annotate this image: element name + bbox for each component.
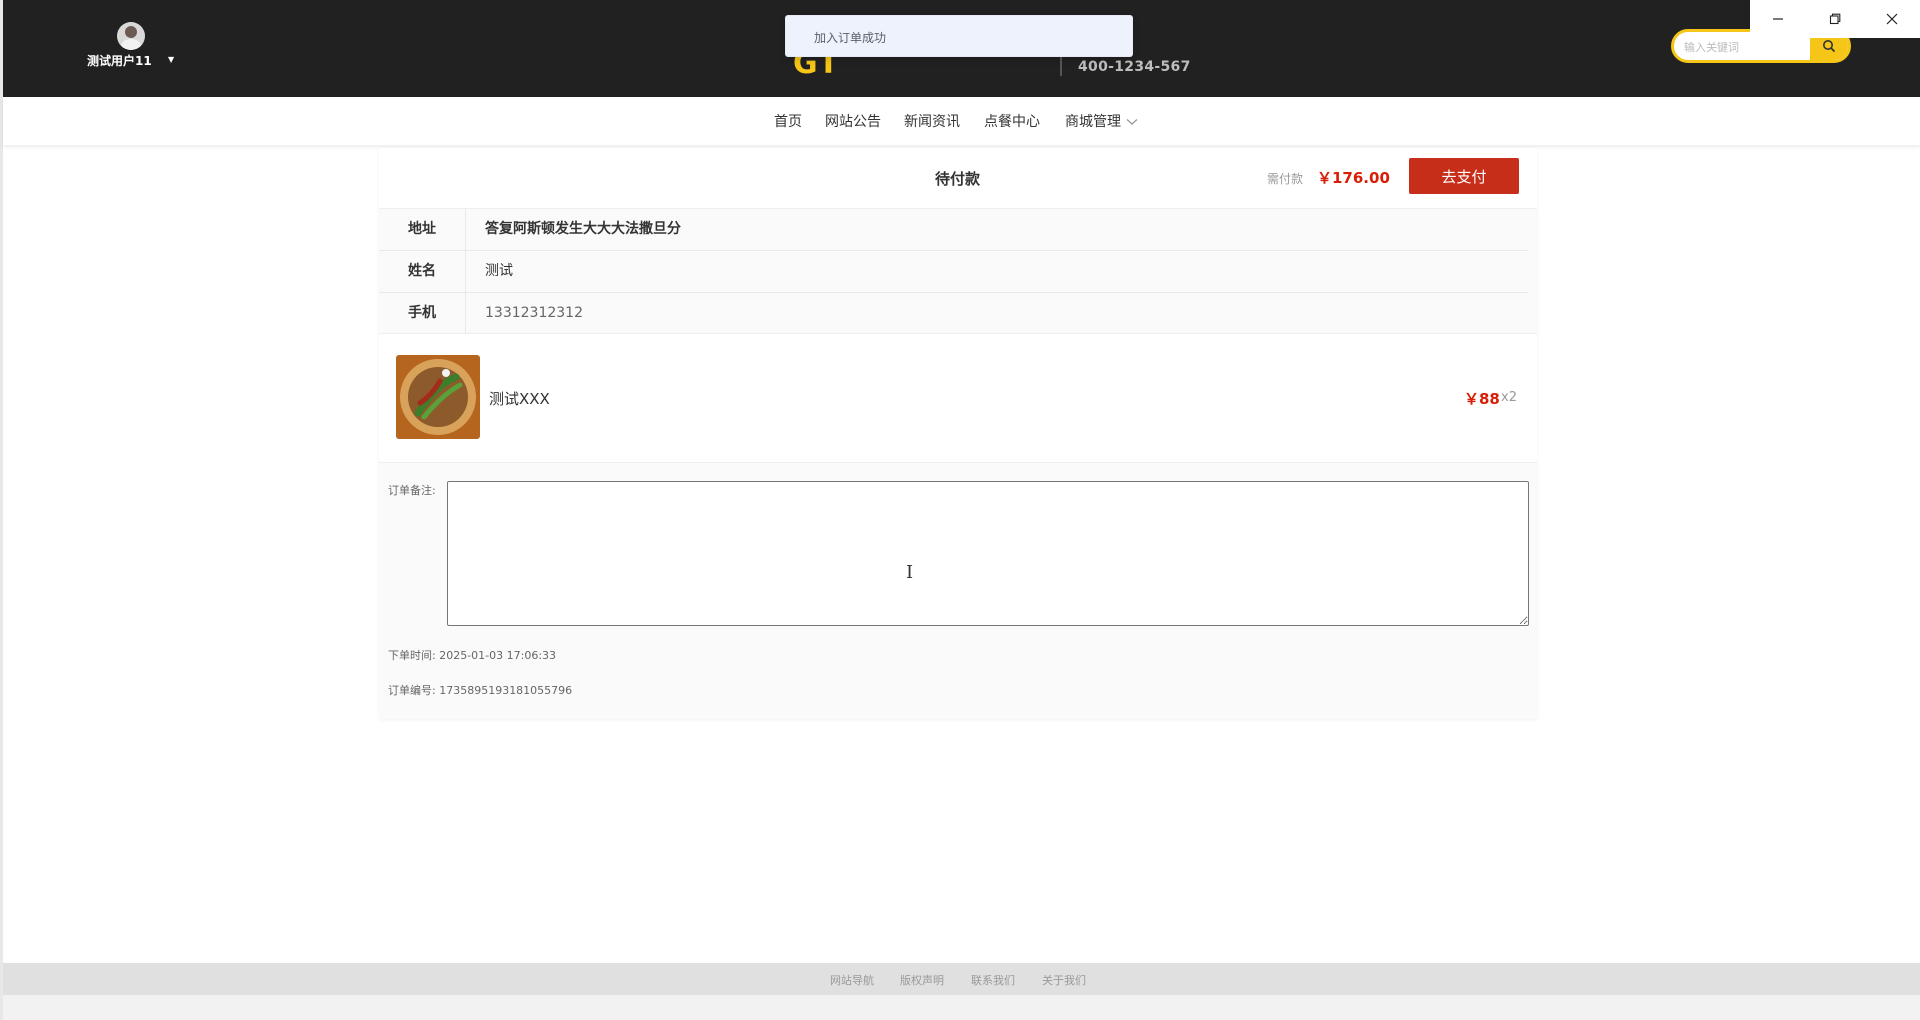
order-card: 待付款 需付款 ￥176.00 去支付 地址 答复阿斯顿发生大大大法撒旦分 姓名… <box>379 148 1537 719</box>
product-image[interactable] <box>396 355 480 439</box>
footer-bottom <box>3 995 1920 1020</box>
close-icon <box>1886 13 1898 25</box>
product-quantity: x2 <box>1501 390 1517 405</box>
footer-link-about[interactable]: 关于我们 <box>1042 972 1086 988</box>
close-button[interactable] <box>1864 0 1920 38</box>
pay-button[interactable]: 去支付 <box>1409 158 1519 194</box>
search-icon <box>1823 40 1836 53</box>
amount-due: ￥176.00 <box>1317 169 1390 187</box>
order-time: 下单时间: 2025-01-03 17:06:33 <box>388 649 557 662</box>
restore-icon <box>1829 13 1841 25</box>
info-row-address: 地址 答复阿斯顿发生大大大法撒旦分 <box>379 209 1528 251</box>
search-input[interactable] <box>1682 36 1816 58</box>
avatar[interactable] <box>117 22 145 50</box>
nav-item-shop-management-label: 商城管理 <box>1065 114 1121 130</box>
address-value: 答复阿斯顿发生大大大法撒旦分 <box>485 221 681 237</box>
nav-item-announcements[interactable]: 网站公告 <box>825 111 881 131</box>
nav-item-home[interactable]: 首页 <box>774 111 802 131</box>
minimize-button[interactable] <box>1750 0 1806 38</box>
order-number: 订单编号: 1735895193181055796 <box>388 684 573 697</box>
footer-link-contact[interactable]: 联系我们 <box>971 972 1015 988</box>
footer: 网站导航 版权声明 联系我们 关于我们 <box>3 963 1920 995</box>
info-row-name: 姓名 测试 <box>379 251 1528 293</box>
chevron-down-icon <box>1126 119 1138 125</box>
main-nav: 首页 网站公告 新闻资讯 点餐中心 商城管理 <box>3 97 1920 145</box>
footer-link-site-map[interactable]: 网站导航 <box>830 972 874 988</box>
username[interactable]: 测试用户11 <box>87 52 152 69</box>
caret-down-icon[interactable]: ▼ <box>168 55 174 64</box>
nav-item-news[interactable]: 新闻资讯 <box>904 111 960 131</box>
window-controls <box>1750 0 1920 38</box>
order-item: 测试XXX ￥88 x2 <box>379 333 1537 463</box>
toast-text: 加入订单成功 <box>814 31 887 45</box>
phone-label: 手机 <box>379 293 466 334</box>
footer-link-copyright[interactable]: 版权声明 <box>900 972 944 988</box>
name-label: 姓名 <box>379 251 466 292</box>
minimize-icon <box>1773 18 1783 20</box>
remark-label: 订单备注: <box>388 484 436 497</box>
order-status: 待付款 <box>935 170 981 188</box>
delivery-info-table: 地址 答复阿斯顿发生大大大法撒旦分 姓名 测试 手机 13312312312 <box>379 209 1528 335</box>
name-value: 测试 <box>485 263 513 279</box>
product-name[interactable]: 测试XXX <box>489 388 550 409</box>
product-price: ￥88 <box>1464 390 1500 408</box>
address-label: 地址 <box>379 209 466 250</box>
amount-due-label: 需付款 <box>1267 172 1304 186</box>
remark-textarea[interactable] <box>447 481 1529 626</box>
info-row-phone: 手机 13312312312 <box>379 293 1528 335</box>
nav-item-shop-management[interactable]: 商城管理 <box>1065 111 1138 131</box>
hotline-number: 400-1234-567 <box>1078 59 1191 75</box>
text-cursor-icon: I <box>906 562 914 583</box>
nav-item-ordering[interactable]: 点餐中心 <box>984 111 1040 131</box>
order-header: 待付款 需付款 ￥176.00 去支付 <box>379 148 1537 209</box>
user-menu[interactable]: 测试用户11 ▼ <box>87 22 197 72</box>
window-left-edge <box>0 0 3 1020</box>
toast-message: 加入订单成功 <box>785 15 1133 57</box>
restore-button[interactable] <box>1807 0 1863 38</box>
phone-value: 13312312312 <box>485 305 583 321</box>
